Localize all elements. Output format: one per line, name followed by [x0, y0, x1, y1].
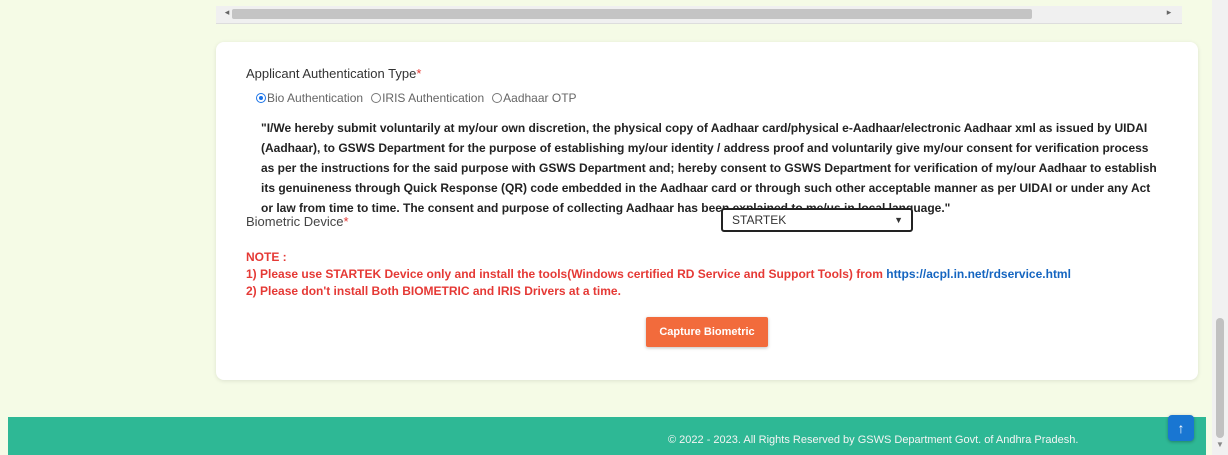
- required-mark: *: [416, 66, 422, 81]
- scrollbar-thumb[interactable]: [1216, 318, 1224, 438]
- copyright-text: © 2022 - 2023. All Rights Reserved by GS…: [668, 434, 1079, 446]
- radio-button[interactable]: [492, 93, 503, 103]
- radio-iris-authentication[interactable]: IRIS Authentication: [371, 91, 484, 105]
- radio-bio-authentication[interactable]: Bio Authentication: [256, 91, 363, 105]
- scrollbar-thumb[interactable]: [232, 9, 1032, 19]
- arrow-up-icon: ↑: [1177, 420, 1185, 436]
- vertical-scrollbar[interactable]: ▼: [1212, 0, 1228, 455]
- radio-button[interactable]: [371, 93, 382, 103]
- radio-label: Aadhaar OTP: [503, 91, 577, 105]
- scroll-down-icon[interactable]: ▼: [1216, 440, 1224, 449]
- radio-label: IRIS Authentication: [382, 91, 485, 105]
- note-section: NOTE : 1) Please use STARTEK Device only…: [246, 249, 1071, 300]
- note-line-2: 2) Please don't install Both BIOMETRIC a…: [246, 284, 621, 298]
- biometric-device-select[interactable]: STARTEK ▼: [721, 208, 913, 232]
- note-title: NOTE :: [246, 250, 287, 264]
- aadhaar-consent-text: "I/We hereby submit voluntarily at my/ou…: [261, 121, 1157, 215]
- radio-label: Bio Authentication: [267, 91, 364, 105]
- capture-biometric-button[interactable]: Capture Biometric: [646, 317, 768, 347]
- horizontal-scrollbar[interactable]: ◂ ▸: [216, 6, 1182, 24]
- radio-button-checked[interactable]: [256, 93, 266, 103]
- select-value: STARTEK: [732, 213, 787, 227]
- biometric-device-label: Biometric Device*: [246, 214, 349, 229]
- auth-type-label: Applicant Authentication Type*: [246, 66, 422, 81]
- rdservice-link[interactable]: https://acpl.in.net/rdservice.html: [886, 267, 1071, 281]
- auth-type-radio-group: Bio Authentication IRIS Authentication A…: [256, 91, 585, 105]
- chevron-down-icon: ▼: [894, 215, 903, 225]
- radio-aadhaar-otp[interactable]: Aadhaar OTP: [492, 91, 577, 105]
- scroll-right-icon[interactable]: ▸: [1162, 7, 1176, 18]
- authentication-card: Applicant Authentication Type* Bio Authe…: [216, 42, 1198, 380]
- note-line-1: 1) Please use STARTEK Device only and in…: [246, 267, 1071, 281]
- back-to-top-button[interactable]: ↑: [1168, 415, 1194, 441]
- required-mark: *: [343, 214, 349, 229]
- footer: © 2022 - 2023. All Rights Reserved by GS…: [8, 417, 1206, 455]
